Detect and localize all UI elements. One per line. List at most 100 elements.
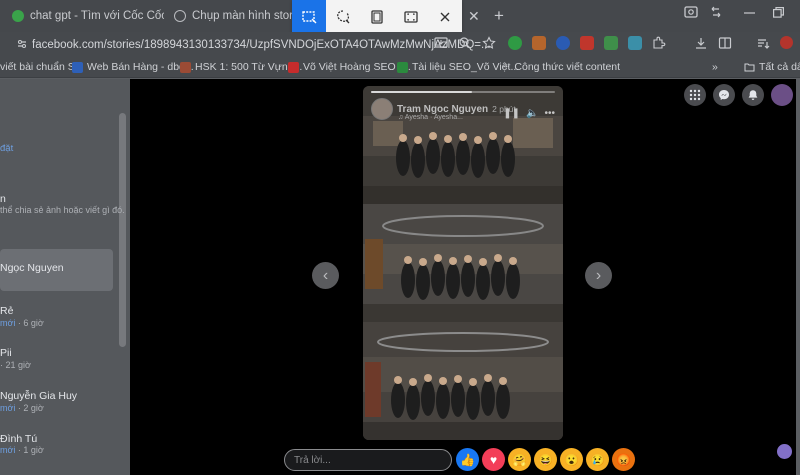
messenger-button[interactable] [713,84,735,106]
sidebar-toggle-icon[interactable] [718,36,732,50]
site-info-icon[interactable] [16,38,28,53]
restore-button[interactable] [773,6,784,21]
story-meta: · 21 giờ [0,360,31,370]
close-snip-button[interactable] [428,0,462,34]
minimize-button[interactable] [744,6,755,21]
bookmark-item[interactable]: HSK 1: 500 Từ Vựng... [180,61,302,73]
facebook-header-actions [684,84,793,106]
extension-badge-icon[interactable] [777,444,792,459]
sad-reaction-button[interactable]: 😢 [586,448,609,471]
story-author-name[interactable]: Đình Tú [0,433,37,445]
download-extension-icon[interactable] [508,36,522,50]
close-icon [440,12,450,22]
vpn-extension-icon[interactable] [556,36,570,50]
volume-icon[interactable]: 🔈 [526,108,538,119]
tab-label: chat gpt - Tìm với Cốc Cốc [30,10,164,22]
notifications-button[interactable] [742,84,764,106]
angry-reaction-button[interactable]: 😡 [612,448,635,471]
reply-input[interactable] [284,449,452,471]
browser-actions [694,36,732,50]
folder-icon [744,63,755,72]
story-author-avatar[interactable] [371,98,393,120]
new-badge: mới [0,318,16,328]
bookmarks-bar: viết bài chuẩn S... Web Bán Hàng - dbd..… [0,58,800,78]
bookmark-label: Võ Việt Hoàng SEO -... [303,61,411,73]
adblock-extension-icon[interactable] [580,36,594,50]
freeform-select-icon [337,10,350,24]
tab-close-button[interactable]: ✕ [460,4,490,28]
sad-icon: 😢 [590,452,605,467]
doc-icon: ⁘ [502,61,511,73]
tab-screenshot-article[interactable]: Chụp màn hình story Face [166,4,292,28]
screenshot-extension-icon[interactable] [628,36,642,50]
story-author-name[interactable]: Pii [0,347,12,359]
next-story-button[interactable]: › [585,262,612,289]
profile-actions [756,36,793,50]
story-author[interactable]: Tram Ngoc Nguyen [397,104,488,115]
hsk-icon [180,61,191,73]
love-reaction-button[interactable]: ♥ [482,448,505,471]
bookmark-item[interactable]: Võ Việt Hoàng SEO -... [288,61,411,73]
fullscreen-snip-button[interactable] [394,0,428,34]
story-author-name[interactable]: Ngọc Nguyen [0,262,64,274]
more-options-icon[interactable]: ••• [544,108,555,119]
grammar-extension-icon[interactable] [604,36,618,50]
all-bookmarks-folder[interactable]: Tất cả dấu t [744,61,800,73]
account-avatar[interactable] [771,84,793,106]
previous-story-button[interactable]: ‹ [312,262,339,289]
bookmark-label: Công thức viết content [514,61,621,73]
translate-extension-icon[interactable] [532,36,546,50]
bookmark-item[interactable]: Web Bán Hàng - dbd... [72,61,194,73]
bookmark-label: HSK 1: 500 Từ Vựng... [195,61,303,73]
bookmark-item[interactable]: Tài liệu SEO_Võ Việt... [397,61,519,73]
sidebar-scrollbar[interactable] [119,113,126,347]
story-time: · 1 giờ [15,445,44,455]
story-photo [363,322,563,440]
window-edge [796,79,800,475]
sheets-icon [397,61,408,73]
story-time: · 2 giờ [15,403,44,413]
story-music[interactable]: ♫ Ayesha · Ayesha... [398,114,463,121]
more-bookmarks-button[interactable]: » [712,61,718,73]
menu-icon[interactable] [780,36,793,49]
reading-list-icon[interactable] [756,36,770,50]
window-snip-button[interactable] [360,0,394,34]
tab-search[interactable]: chat gpt - Tìm với Cốc Cốc [4,4,164,28]
story-author-name[interactable]: Rẻ [0,305,13,317]
pause-icon[interactable]: ❚❚ [503,108,520,119]
stories-sidebar: đặt n thể chia sẻ ảnh hoặc viết gì đó. N… [0,79,130,475]
story-meta: mới · 2 giờ [0,403,44,413]
create-story-title[interactable]: n [0,193,6,205]
download-icon[interactable] [694,36,708,50]
window-select-icon [371,10,383,24]
story-author-name[interactable]: Nguyễn Gia Huy [0,390,77,402]
new-tab-button[interactable]: + [494,6,504,26]
story-card[interactable]: Tram Ngoc Nguyen 2 phút ♫ Ayesha · Ayesh… [363,86,563,440]
haha-reaction-button[interactable]: 😆 [534,448,557,471]
bookmark-star-icon[interactable] [482,36,496,50]
chevron-double-right-icon: » [712,61,718,73]
freeform-snip-button[interactable] [326,0,360,34]
puzzle-icon[interactable] [652,36,666,50]
zoom-icon[interactable] [458,36,472,50]
close-icon: ✕ [468,7,480,24]
settings-link[interactable]: đặt [0,143,13,154]
like-reaction-button[interactable]: 👍 [456,448,479,471]
love-icon: ♥ [489,452,498,467]
back-arrow-icon[interactable] [710,6,722,21]
bookmark-item[interactable]: viết bài chuẩn S... [0,61,83,73]
care-reaction-button[interactable]: 🤗 [508,448,531,471]
bookmark-label: Tất cả dấu t [759,61,800,73]
wow-icon: 😮 [564,452,579,467]
rectangle-snip-button[interactable] [292,0,326,34]
story-progress-fill [371,91,473,93]
screenshot-icon[interactable] [684,6,698,21]
rectangle-select-icon [302,11,317,24]
wow-reaction-button[interactable]: 😮 [560,448,583,471]
bookmark-item[interactable]: ⁘ Công thức viết content [502,61,620,73]
install-app-icon[interactable] [434,36,448,50]
snipping-toolbar [292,0,462,34]
url-field[interactable]: facebook.com/stories/1898943130133734/Uz… [32,39,491,51]
menu-button[interactable] [684,84,706,106]
bell-icon [748,90,758,100]
